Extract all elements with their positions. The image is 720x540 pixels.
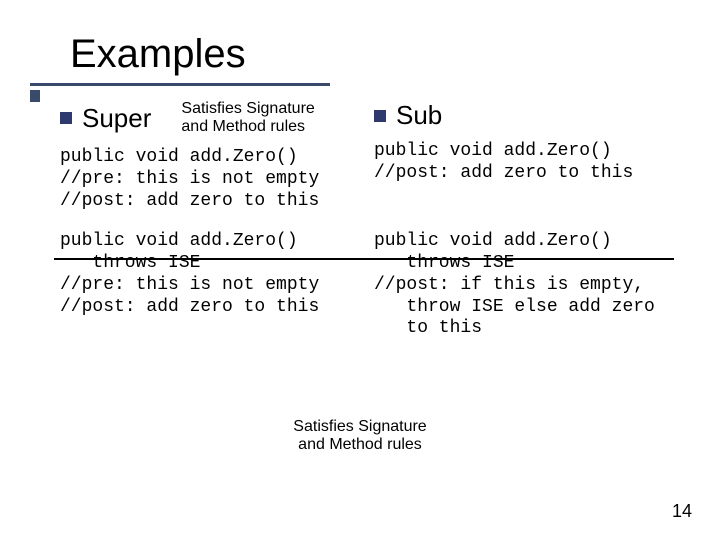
top-satisfies-note: Satisfies Signature and Method rules (181, 100, 314, 137)
title-underline (30, 83, 330, 86)
slide: Examples Super Satisfies Signature and M… (0, 0, 720, 540)
left-code-block-1: public void add.Zero() //pre: this is no… (60, 147, 356, 213)
slide-title: Examples (70, 32, 670, 77)
note-line: Satisfies Signature (0, 418, 720, 436)
title-tick-icon (30, 90, 40, 102)
right-code-block-2: public void add.Zero() throws ISE //post… (374, 231, 670, 341)
left-code-block-2: public void add.Zero() throws ISE //pre:… (60, 231, 356, 319)
right-heading-row: Sub (374, 100, 670, 131)
note-line: and Method rules (0, 436, 720, 454)
right-column-lower: public void add.Zero() throws ISE //post… (374, 231, 670, 345)
right-heading: Sub (396, 100, 442, 131)
page-number: 14 (672, 501, 692, 522)
note-line: Satisfies Signature (181, 100, 314, 118)
square-bullet-icon (60, 112, 72, 124)
bottom-satisfies-note: Satisfies Signature and Method rules (0, 418, 720, 455)
left-column-lower: public void add.Zero() throws ISE //pre:… (60, 231, 356, 345)
square-bullet-icon (374, 110, 386, 122)
columns-lower: public void add.Zero() throws ISE //pre:… (60, 231, 670, 345)
right-column: Sub public void add.Zero() //post: add z… (374, 94, 670, 217)
title-block: Examples (60, 32, 670, 86)
columns: Super Satisfies Signature and Method rul… (60, 94, 670, 217)
divider-line (54, 258, 674, 260)
left-column: Super Satisfies Signature and Method rul… (60, 94, 356, 217)
left-heading: Super (82, 103, 151, 134)
left-heading-row: Super Satisfies Signature and Method rul… (60, 100, 356, 137)
note-line: and Method rules (181, 118, 314, 136)
right-code-block-1: public void add.Zero() //post: add zero … (374, 141, 670, 185)
